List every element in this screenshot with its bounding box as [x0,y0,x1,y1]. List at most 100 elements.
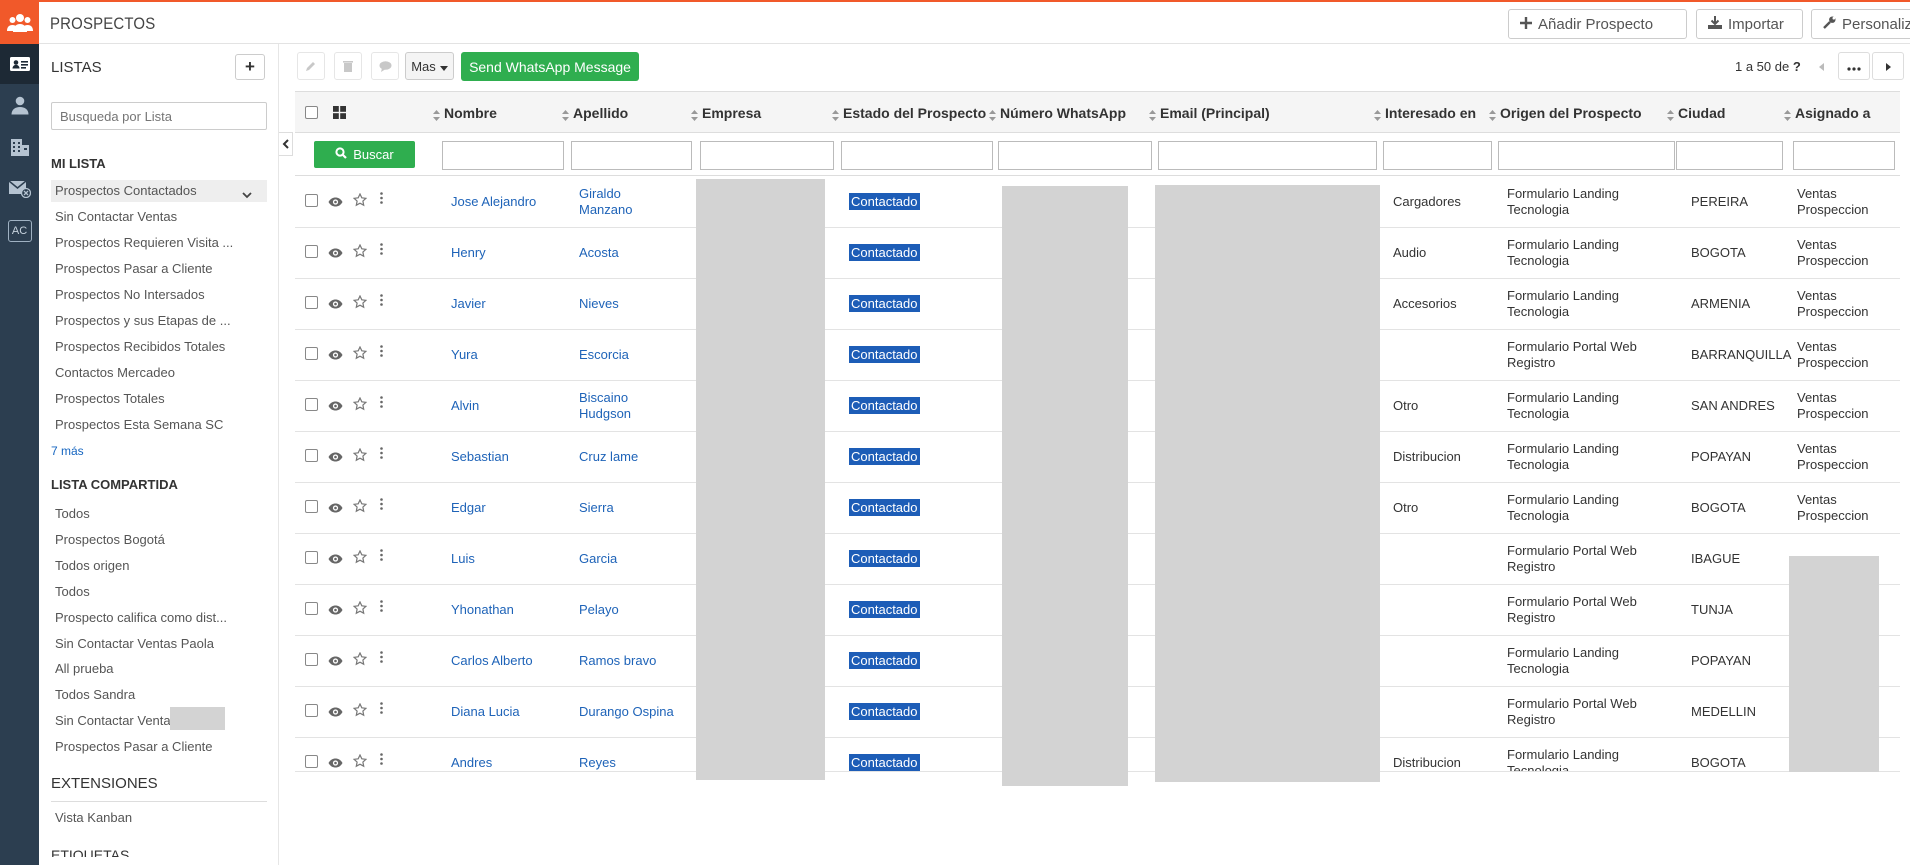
sort-icon[interactable] [1784,108,1791,121]
cell-apellido[interactable]: Pelayo [579,602,619,618]
row-checkbox[interactable] [305,755,318,768]
column-header-company[interactable]: Empresa [691,105,761,121]
row-checkbox[interactable] [305,449,318,462]
contact-card-icon[interactable] [0,44,39,84]
cell-apellido[interactable]: Sierra [579,500,614,516]
cell-nombre[interactable]: Luis [451,551,475,567]
add-prospect-button[interactable]: Añadir Prospecto [1508,9,1687,39]
ac-badge-icon[interactable]: AC [0,210,39,252]
grid-view-icon[interactable] [333,106,346,122]
row-checkbox[interactable] [305,398,318,411]
list-item[interactable]: Sin Contactar Ventas Paola [55,636,214,651]
cell-nombre[interactable]: Sebastian [451,449,509,465]
star-icon[interactable] [352,345,368,363]
list-item[interactable]: Todos [55,584,90,599]
filter-input-origin[interactable] [1498,141,1675,170]
collapse-sidebar-button[interactable] [279,132,293,156]
kebab-menu-icon[interactable] [380,651,383,666]
chevron-down-icon[interactable] [242,187,252,202]
cell-nombre[interactable]: Alvin [451,398,479,414]
list-item[interactable]: Prospectos Totales [55,391,165,406]
sort-icon[interactable] [562,108,569,121]
cell-nombre[interactable]: Carlos Alberto [451,653,533,669]
star-icon[interactable] [352,294,368,312]
eye-icon[interactable] [328,603,343,618]
column-header-interest[interactable]: Interesado en [1374,105,1476,121]
list-item[interactable]: Prospectos No Intersados [55,287,205,302]
cell-apellido[interactable]: Nieves [579,296,619,312]
kebab-menu-icon[interactable] [380,345,383,360]
row-checkbox[interactable] [305,296,318,309]
building-icon[interactable] [0,126,39,168]
eye-icon[interactable] [328,450,343,465]
row-checkbox[interactable] [305,704,318,717]
column-header-name[interactable]: Nombre [433,105,497,121]
pencil-icon[interactable] [297,52,325,80]
list-item[interactable]: Prospectos Bogotá [55,532,165,547]
kebab-menu-icon[interactable] [380,243,383,258]
row-checkbox[interactable] [305,602,318,615]
cell-apellido[interactable]: Giraldo Manzano [579,186,632,218]
search-button[interactable]: Buscar [314,141,415,168]
kebab-menu-icon[interactable] [380,600,383,615]
cell-apellido[interactable]: Cruz lame [579,449,638,465]
list-item[interactable]: Prospectos Requieren Visita ... [55,235,233,250]
send-whatsapp-button[interactable]: Send WhatsApp Message [461,52,639,81]
more-pages-button[interactable] [1838,52,1870,80]
eye-icon[interactable] [328,756,343,771]
column-header-assigned[interactable]: Asignado a [1784,105,1870,121]
cell-nombre[interactable]: Andres [451,755,492,771]
row-checkbox[interactable] [305,551,318,564]
filter-input-surname[interactable] [571,141,692,170]
eye-icon[interactable] [328,246,343,261]
star-icon[interactable] [352,753,368,771]
column-header-status[interactable]: Estado del Prospecto [832,105,986,121]
kebab-menu-icon[interactable] [380,396,383,411]
eye-icon[interactable] [328,399,343,414]
sort-icon[interactable] [832,108,839,121]
cell-apellido[interactable]: Escorcia [579,347,629,363]
cell-apellido[interactable]: Reyes [579,755,616,771]
row-checkbox[interactable] [305,245,318,258]
list-item[interactable]: Prospectos Pasar a Cliente [55,261,213,276]
column-header-surname[interactable]: Apellido [562,105,628,121]
list-item[interactable]: Prospectos Esta Semana SC [55,417,223,432]
trash-icon[interactable] [334,52,362,80]
list-item[interactable]: All prueba [55,661,114,676]
star-icon[interactable] [352,549,368,567]
list-item[interactable]: Todos [55,506,90,521]
row-checkbox[interactable] [305,194,318,207]
star-icon[interactable] [352,192,368,210]
list-search-input[interactable] [51,102,267,130]
sort-icon[interactable] [1667,108,1674,121]
filter-input-company[interactable] [700,141,834,170]
star-icon[interactable] [352,651,368,669]
list-item[interactable]: Prospecto califica como dist... [55,610,227,625]
cell-apellido[interactable]: Garcia [579,551,617,567]
comment-icon[interactable] [371,52,399,80]
row-checkbox[interactable] [305,500,318,513]
list-item[interactable]: Prospectos y sus Etapas de ... [55,313,231,328]
cell-nombre[interactable]: Jose Alejandro [451,194,536,210]
star-icon[interactable] [352,396,368,414]
cell-apellido[interactable]: Durango Ospina [579,704,674,720]
star-icon[interactable] [352,600,368,618]
sort-icon[interactable] [1149,108,1156,121]
eye-icon[interactable] [328,654,343,669]
next-page-button[interactable] [1872,52,1904,80]
row-checkbox[interactable] [305,653,318,666]
filter-input-assigned[interactable] [1793,141,1895,170]
list-item[interactable]: Sin Contactar Ventas [55,713,177,728]
list-item[interactable]: Prospectos Recibidos Totales [55,339,225,354]
list-item[interactable]: Todos Sandra [55,687,135,702]
cell-apellido[interactable]: Biscaino Hudgson [579,390,631,422]
eye-icon[interactable] [328,705,343,720]
cell-nombre[interactable]: Javier [451,296,486,312]
users-logo-icon[interactable] [0,0,39,44]
previous-page-button[interactable] [1805,52,1837,80]
extension-item-kanban[interactable]: Vista Kanban [55,810,132,825]
list-item[interactable]: Contactos Mercadeo [55,365,175,380]
filter-input-interest[interactable] [1383,141,1492,170]
eye-icon[interactable] [328,552,343,567]
eye-icon[interactable] [328,348,343,363]
